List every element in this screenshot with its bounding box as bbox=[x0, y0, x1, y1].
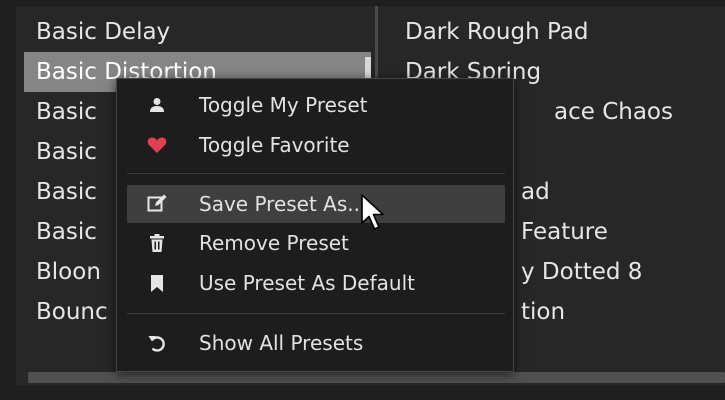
heart-icon bbox=[145, 133, 169, 157]
context-menu: Toggle My Preset Toggle Favorite Save Pr… bbox=[116, 78, 514, 372]
menu-item-label: Remove Preset bbox=[199, 231, 349, 255]
edit-icon bbox=[145, 192, 169, 216]
mouse-cursor-icon bbox=[361, 194, 384, 230]
menu-item-use-preset-as-default[interactable]: Use Preset As Default bbox=[127, 264, 505, 302]
menu-item-label: Show All Presets bbox=[199, 331, 364, 355]
menu-separator bbox=[127, 313, 505, 314]
horizontal-scrollbar[interactable] bbox=[28, 372, 725, 383]
menu-item-save-preset-as[interactable]: Save Preset As... bbox=[127, 185, 505, 223]
undo-icon bbox=[145, 331, 169, 355]
menu-item-label: Toggle Favorite bbox=[199, 133, 350, 157]
menu-item-show-all-presets[interactable]: Show All Presets bbox=[127, 324, 505, 362]
person-icon bbox=[145, 93, 169, 117]
menu-item-toggle-my-preset[interactable]: Toggle My Preset bbox=[127, 86, 505, 124]
menu-item-toggle-favorite[interactable]: Toggle Favorite bbox=[127, 126, 505, 164]
menu-item-remove-preset[interactable]: Remove Preset bbox=[127, 224, 505, 262]
menu-item-label: Toggle My Preset bbox=[199, 93, 368, 117]
trash-icon bbox=[145, 231, 169, 255]
menu-item-label: Use Preset As Default bbox=[199, 271, 415, 295]
bookmark-icon bbox=[145, 271, 169, 295]
preset-row[interactable]: Basic Delay bbox=[24, 12, 371, 52]
menu-item-label: Save Preset As... bbox=[199, 192, 367, 216]
preset-row[interactable]: Dark Rough Pad bbox=[393, 12, 725, 52]
menu-separator bbox=[127, 173, 505, 174]
